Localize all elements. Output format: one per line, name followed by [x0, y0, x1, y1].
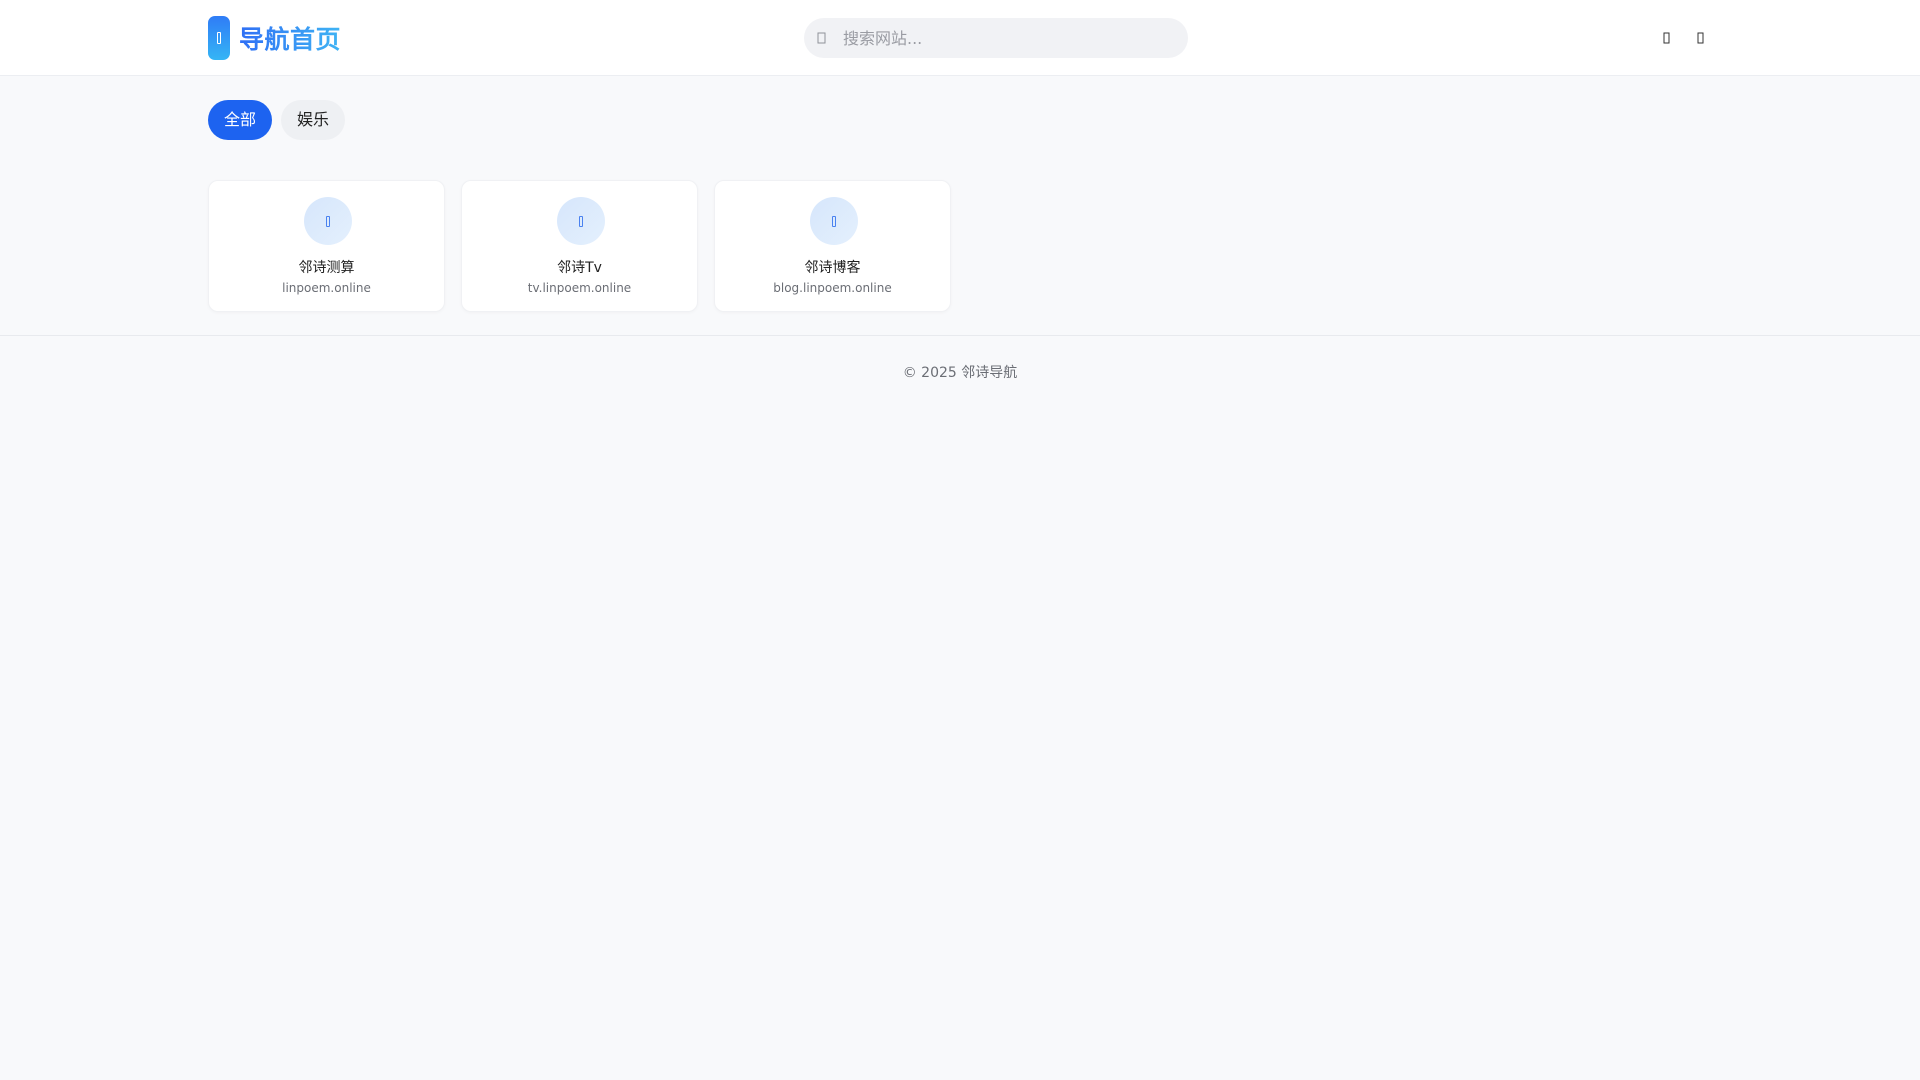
site-card[interactable]: 邻诗Tv tv.linpoem.online — [461, 180, 698, 312]
site-title[interactable]: 导航首页 — [239, 20, 341, 56]
logo-compass-icon — [208, 16, 230, 60]
site-name: 邻诗测算 — [298, 260, 355, 276]
site-card[interactable]: 邻诗博客 blog.linpoem.online — [714, 180, 951, 312]
theme-toggle-icon[interactable] — [1658, 28, 1676, 48]
site-logo[interactable]: 导航首页 — [208, 16, 341, 60]
site-card[interactable]: 邻诗测算 linpoem.online — [208, 180, 445, 312]
top-header: 导航首页 — [0, 0, 1920, 76]
footer-divider — [0, 335, 1920, 336]
site-url: blog.linpoem.online — [773, 281, 892, 295]
tab-all[interactable]: 全部 — [208, 100, 273, 140]
search-box[interactable] — [804, 18, 1188, 58]
search-icon — [817, 32, 827, 44]
tab-entertainment[interactable]: 娱乐 — [281, 100, 346, 140]
menu-icon[interactable] — [1692, 28, 1710, 48]
footer-copyright: © 2025 邻诗导航 — [902, 365, 1018, 381]
site-url: linpoem.online — [282, 281, 371, 295]
globe-icon — [810, 197, 858, 245]
site-url: tv.linpoem.online — [527, 281, 632, 295]
search-input[interactable] — [843, 23, 1163, 53]
globe-icon — [557, 197, 605, 245]
site-grid: 邻诗测算 linpoem.online 邻诗Tv tv.linpoem.onli… — [208, 180, 951, 312]
site-name: 邻诗Tv — [557, 260, 602, 276]
category-tabs: 全部 娱乐 — [208, 100, 346, 140]
site-name: 邻诗博客 — [804, 260, 861, 276]
globe-icon — [304, 197, 352, 245]
